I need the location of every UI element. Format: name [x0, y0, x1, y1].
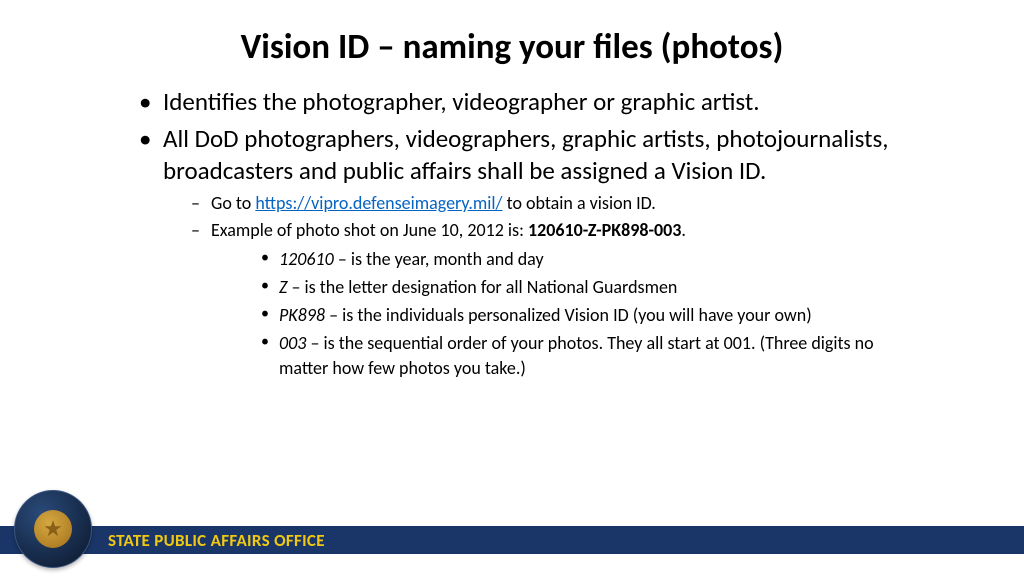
bullet-list-level1: Identifies the photographer, videographe… [135, 86, 924, 380]
example-filename: 120610-Z-PK898-003 [528, 219, 681, 241]
sub-sub-bullet-item: 120610 – is the year, month and day [211, 247, 924, 271]
code-desc: – is the sequential order of your photos… [279, 332, 874, 378]
code-desc: – is the letter designation for all Nati… [287, 276, 677, 298]
sub-bullet-item: Example of photo shot on June 10, 2012 i… [163, 219, 924, 380]
sub-sub-bullet-item: PK898 – is the individuals personalized … [211, 303, 924, 327]
footer-office-label: STATE PUBLIC AFFAIRS OFFICE [108, 530, 325, 551]
sub-bullet-item: Go to https://vipro.defenseimagery.mil/ … [163, 192, 924, 215]
seal-inner: ★ [34, 510, 72, 548]
code-part: 003 [279, 332, 306, 354]
vision-id-link[interactable]: https://vipro.defenseimagery.mil/ [255, 192, 502, 214]
bullet-item: Identifies the photographer, videographe… [135, 86, 924, 117]
slide-content: Identifies the photographer, videographe… [0, 86, 1024, 380]
bullet-list-level3: 120610 – is the year, month and day Z – … [211, 247, 924, 380]
sub-sub-bullet-item: Z – is the letter designation for all Na… [211, 275, 924, 299]
star-icon: ★ [43, 518, 63, 540]
code-desc: – is the year, month and day [334, 248, 544, 270]
bullet-list-level2: Go to https://vipro.defenseimagery.mil/ … [163, 192, 924, 380]
code-desc: – is the individuals personalized Vision… [325, 304, 812, 326]
text-post: . [681, 219, 686, 241]
bullet-item: All DoD photographers, videographers, gr… [135, 123, 924, 380]
department-seal-icon: ★ [14, 490, 92, 568]
code-part: 120610 [279, 248, 334, 270]
text-pre: Example of photo shot on June 10, 2012 i… [211, 219, 528, 241]
text-pre: Go to [211, 192, 255, 214]
footer-bar: STATE PUBLIC AFFAIRS OFFICE [0, 526, 1024, 554]
slide-title: Vision ID – naming your files (photos) [0, 0, 1024, 86]
bullet-text: All DoD photographers, videographers, gr… [163, 123, 889, 185]
code-part: PK898 [279, 304, 325, 326]
sub-sub-bullet-item: 003 – is the sequential order of your ph… [211, 331, 924, 380]
text-post: to obtain a vision ID. [503, 192, 656, 214]
